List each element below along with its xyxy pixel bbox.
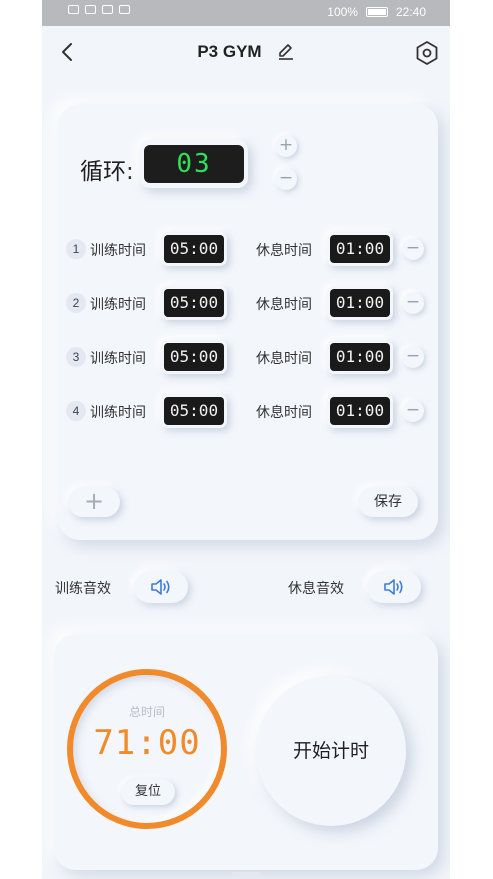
remove-interval-button[interactable]: − [402, 346, 424, 368]
rest-time-value: 01:00 [330, 343, 390, 371]
rest-time-label: 休息时间 [256, 243, 312, 259]
clock: 22:40 [395, 5, 426, 19]
interval-index: 4 [66, 401, 86, 421]
total-time-value: 71:00 [93, 723, 201, 763]
train-time-field[interactable]: 05:00 [161, 340, 227, 374]
rest-time-value: 01:00 [330, 235, 390, 263]
edit-pencil-icon[interactable] [277, 42, 295, 60]
settings-hexagon-icon[interactable] [414, 40, 440, 66]
wifi-icon [102, 5, 113, 14]
rest-time-field[interactable]: 01:00 [327, 286, 393, 320]
timer-panel: 总时间 71:00 复位 开始计时 [54, 634, 438, 870]
cycle-value: 03 [144, 145, 244, 183]
rest-time-field[interactable]: 01:00 [327, 394, 393, 428]
reset-button[interactable]: 复位 [121, 779, 175, 805]
cycle-decrement-button[interactable]: − [275, 168, 297, 190]
battery-percent: 100% [327, 5, 358, 19]
save-button[interactable]: 保存 [358, 487, 418, 517]
speaker-icon [151, 579, 170, 595]
train-time-field[interactable]: 05:00 [161, 394, 227, 428]
train-time-field[interactable]: 05:00 [161, 232, 227, 266]
interval-index: 1 [66, 239, 86, 259]
speaker-icon [384, 579, 403, 595]
train-time-label: 训练时间 [90, 405, 146, 421]
train-sound-toggle[interactable] [134, 571, 188, 603]
page-title: P3 GYM [197, 42, 262, 61]
rest-sound-label: 休息音效 [288, 581, 344, 597]
title-bar: P3 GYM [42, 42, 450, 62]
interval-index: 3 [66, 347, 86, 367]
train-time-label: 训练时间 [90, 351, 146, 367]
mute-icon [119, 5, 130, 14]
train-time-field[interactable]: 05:00 [161, 286, 227, 320]
cycle-label: 循环: [80, 159, 134, 185]
train-time-label: 训练时间 [90, 297, 146, 313]
add-interval-button[interactable]: + [68, 487, 120, 517]
rest-time-value: 01:00 [330, 289, 390, 317]
header: P3 GYM [42, 26, 450, 80]
signal-icon [85, 5, 96, 14]
rest-time-field[interactable]: 01:00 [327, 340, 393, 374]
app-screen: 100% 22:40 P3 GYM 循环: 03 + − 1 训练时间 05:0… [42, 0, 450, 879]
battery-icon [365, 7, 388, 17]
train-sound-label: 训练音效 [55, 581, 111, 597]
rest-time-value: 01:00 [330, 397, 390, 425]
train-time-value: 05:00 [164, 235, 224, 263]
interval-index: 2 [66, 293, 86, 313]
home-indicator [232, 872, 260, 876]
rest-time-label: 休息时间 [256, 297, 312, 313]
interval-row: 2 训练时间 05:00 休息时间 01:00 − [58, 286, 438, 322]
status-right: 100% 22:40 [327, 5, 426, 19]
remove-interval-button[interactable]: − [402, 292, 424, 314]
interval-row: 3 训练时间 05:00 休息时间 01:00 − [58, 340, 438, 376]
rest-sound-toggle[interactable] [367, 571, 421, 603]
cycle-counter[interactable]: 03 [140, 140, 248, 188]
status-icons [68, 5, 130, 14]
total-time-dial: 总时间 71:00 复位 [67, 669, 227, 829]
remove-interval-button[interactable]: − [402, 238, 424, 260]
start-timer-button[interactable]: 开始计时 [256, 676, 406, 826]
total-time-label: 总时间 [128, 705, 165, 719]
cycle-increment-button[interactable]: + [275, 135, 297, 157]
remove-interval-button[interactable]: − [402, 400, 424, 422]
rest-time-label: 休息时间 [256, 351, 312, 367]
notification-icon [68, 5, 79, 14]
interval-card: 循环: 03 + − 1 训练时间 05:00 休息时间 01:00 − 2 训… [58, 104, 438, 540]
train-time-value: 05:00 [164, 343, 224, 371]
interval-row: 4 训练时间 05:00 休息时间 01:00 − [58, 394, 438, 430]
train-time-value: 05:00 [164, 289, 224, 317]
rest-time-label: 休息时间 [256, 405, 312, 421]
status-bar: 100% 22:40 [42, 0, 450, 26]
rest-time-field[interactable]: 01:00 [327, 232, 393, 266]
interval-row: 1 训练时间 05:00 休息时间 01:00 − [58, 232, 438, 268]
train-time-value: 05:00 [164, 397, 224, 425]
train-time-label: 训练时间 [90, 243, 146, 259]
